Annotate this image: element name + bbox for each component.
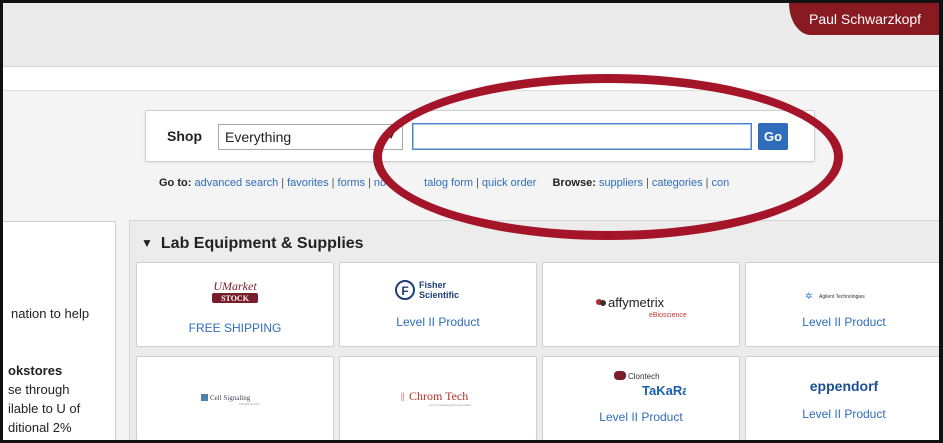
cell-signaling-logo: Cell Signaling TECHNOLOGY xyxy=(137,392,333,411)
shop-search-panel: Shop Everything ▼ Go xyxy=(145,110,815,162)
go-button[interactable]: Go xyxy=(758,123,788,150)
browser-viewport: Paul Schwarzkopf Shop Everything ▼ Go Go… xyxy=(0,0,943,443)
top-header-bar: Paul Schwarzkopf xyxy=(3,3,939,67)
card-caption: Level II Product xyxy=(802,407,886,421)
agilent-logo: ✲ Agilent Technologies xyxy=(746,290,939,309)
chevron-down-icon: ▼ xyxy=(141,236,153,250)
svg-text:Fisher: Fisher xyxy=(419,280,447,290)
shop-scope-value: Everything xyxy=(225,129,292,145)
svg-text:TECHNOLOGY: TECHNOLOGY xyxy=(239,402,260,406)
supplier-card-chrom-tech[interactable]: || Chrom Tech your chromatography specia… xyxy=(339,356,537,440)
svg-text:UMarket: UMarket xyxy=(213,279,257,293)
svg-text:||: || xyxy=(401,391,405,401)
browse-label: Browse: xyxy=(552,177,596,189)
left-info-panel: nation to help okstores se through ilabl… xyxy=(3,221,116,440)
fisher-scientific-logo: F Fisher Scientific xyxy=(340,277,536,308)
svg-text:✲: ✲ xyxy=(805,291,813,301)
umarket-logo: UMarket STOCK xyxy=(137,279,333,310)
link-forms[interactable]: forms xyxy=(338,177,366,189)
svg-text:Chrom Tech: Chrom Tech xyxy=(409,389,468,403)
user-menu[interactable]: Paul Schwarzkopf xyxy=(789,3,939,35)
chrom-tech-logo: || Chrom Tech your chromatography specia… xyxy=(340,386,536,413)
svg-text:Agilent Technologies: Agilent Technologies xyxy=(819,294,865,300)
info-text-line: ilable to U of xyxy=(8,401,81,416)
link-quick-order[interactable]: quick order xyxy=(482,177,536,189)
supplier-card-agilent[interactable]: ✲ Agilent Technologies Level II Product xyxy=(745,262,939,347)
card-caption: Level II Product xyxy=(396,315,480,329)
link-categories[interactable]: categories xyxy=(652,177,703,189)
link-catalog-form-partial[interactable]: talog form xyxy=(424,177,473,189)
svg-text:F: F xyxy=(401,284,408,298)
svg-text:your chromatography specialist: your chromatography specialist xyxy=(429,403,471,407)
supplier-card-fisher[interactable]: F Fisher Scientific Level II Product xyxy=(339,262,537,347)
supplier-card-umarket[interactable]: UMarket STOCK FREE SHIPPING xyxy=(136,262,334,347)
search-input[interactable] xyxy=(412,123,752,150)
lab-equipment-section: ▼ Lab Equipment & Supplies UMarket STOCK … xyxy=(129,220,939,440)
card-caption: FREE SHIPPING xyxy=(188,321,282,335)
svg-text:Cell Signaling: Cell Signaling xyxy=(210,394,251,402)
sub-navigation-bar xyxy=(3,67,939,91)
card-caption: Level II Product xyxy=(599,410,683,424)
link-favorites[interactable]: favorites xyxy=(287,177,329,189)
card-caption: Level II Product xyxy=(802,315,886,329)
info-text-line: ditional 2% xyxy=(8,420,72,435)
link-advanced-search[interactable]: advanced search xyxy=(194,177,278,189)
svg-text:eppendorf: eppendorf xyxy=(810,378,879,394)
supplier-card-clontech[interactable]: Clontech TaKaRa Level II Product xyxy=(542,356,740,440)
section-title: Lab Equipment & Supplies xyxy=(160,235,364,252)
clontech-takara-logo: Clontech TaKaRa xyxy=(543,369,739,404)
chevron-down-icon: ▼ xyxy=(386,131,396,142)
link-contracts-partial[interactable]: con xyxy=(711,177,729,189)
info-text-line: se through xyxy=(8,382,70,397)
svg-text:eBioscience: eBioscience xyxy=(649,312,687,319)
svg-text:Scientific: Scientific xyxy=(419,290,459,300)
shop-label: Shop xyxy=(167,128,202,144)
goto-label: Go to: xyxy=(159,177,192,189)
supplier-card-affymetrix[interactable]: affymetrix eBioscience xyxy=(542,262,740,347)
link-suppliers[interactable]: suppliers xyxy=(599,177,643,189)
affymetrix-logo: affymetrix eBioscience xyxy=(543,293,739,326)
info-text-line: nation to help xyxy=(11,306,90,321)
svg-text:TaKaRa: TaKaRa xyxy=(642,383,686,398)
shop-scope-select[interactable]: Everything ▼ xyxy=(218,124,403,150)
supplier-card-cell-signaling[interactable]: Cell Signaling TECHNOLOGY xyxy=(136,356,334,440)
svg-text:Clontech: Clontech xyxy=(628,372,660,381)
link-non-catalog-partial[interactable]: no xyxy=(374,177,386,189)
supplier-card-eppendorf[interactable]: eppendorf Level II Product xyxy=(745,356,939,440)
svg-text:affymetrix: affymetrix xyxy=(608,295,665,310)
section-header[interactable]: ▼ Lab Equipment & Supplies xyxy=(141,235,364,253)
svg-text:STOCK: STOCK xyxy=(221,294,250,303)
bookstores-heading: okstores xyxy=(8,363,63,378)
quick-links-row: Go to: advanced search | favorites | forms | n… xyxy=(159,177,730,189)
eppendorf-logo: eppendorf xyxy=(746,377,939,402)
